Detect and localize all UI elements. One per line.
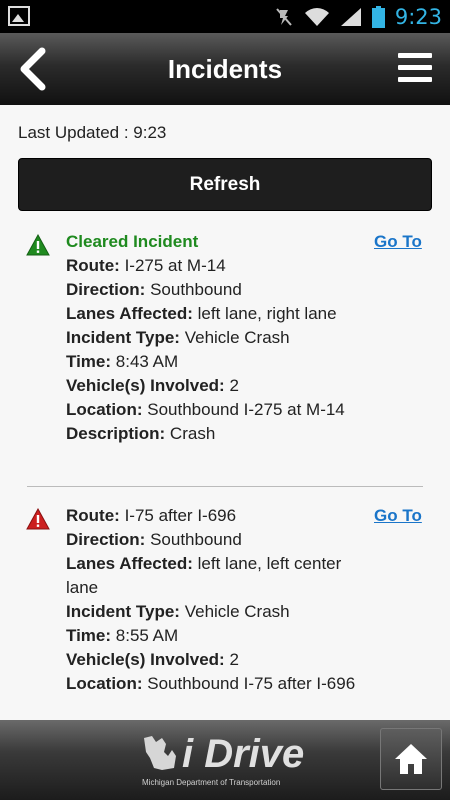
- field-label: Time:: [66, 352, 112, 371]
- field-label: Route:: [66, 506, 120, 525]
- field-label: Time:: [66, 626, 112, 645]
- field-value: 8:55 AM: [115, 626, 179, 645]
- home-button[interactable]: [380, 728, 442, 790]
- goto-link[interactable]: Go To: [374, 230, 422, 254]
- incident-status: Cleared Incident: [66, 232, 199, 251]
- field-label: Location:: [66, 400, 143, 419]
- incident-field: Vehicle(s) Involved: 2: [66, 374, 366, 398]
- signal-icon: [340, 7, 361, 26]
- incident-field: Location: Southbound I-75 after I-696: [66, 672, 366, 696]
- menu-button[interactable]: [398, 53, 432, 85]
- warning-icon: [26, 234, 50, 256]
- field-label: Description:: [66, 424, 166, 443]
- field-label: Route:: [66, 256, 120, 275]
- incident-list-content[interactable]: Last Updated : 9:23 Refresh Go To Cleare…: [0, 105, 450, 720]
- field-value: Vehicle Crash: [184, 602, 290, 621]
- app-bar: Incidents: [0, 33, 450, 105]
- field-label: Lanes Affected:: [66, 304, 193, 323]
- field-value: 2: [229, 376, 239, 395]
- logo-text: i Drive: [182, 732, 305, 776]
- field-value: I-75 after I-696: [124, 506, 237, 525]
- field-value: left lane, right lane: [197, 304, 337, 323]
- status-bar: 9:23: [0, 0, 450, 33]
- incident-field: Vehicle(s) Involved: 2: [66, 648, 366, 672]
- field-label: Direction:: [66, 280, 146, 299]
- field-label: Incident Type:: [66, 602, 180, 621]
- last-updated-text: Last Updated : 9:23: [18, 123, 167, 142]
- page-title: Incidents: [167, 54, 283, 84]
- incident-details: Route: I-75 after I-696 Direction: South…: [66, 504, 366, 696]
- field-label: Lanes Affected:: [66, 554, 193, 573]
- mdot-idrive-logo: i Drive Michigan Department of Transport…: [142, 732, 312, 792]
- bottom-bar: i Drive Michigan Department of Transport…: [0, 720, 450, 800]
- wifi-icon: [304, 7, 329, 26]
- incident-field: Lanes Affected: left lane, right lane: [66, 302, 366, 326]
- field-value: 8:43 AM: [115, 352, 179, 371]
- field-value: 2: [229, 650, 239, 669]
- refresh-button[interactable]: Refresh: [18, 158, 432, 211]
- battery-icon: [371, 5, 385, 28]
- field-label: Vehicle(s) Involved:: [66, 376, 225, 395]
- incident-field: Route: I-275 at M-14: [66, 254, 366, 278]
- incident-details: Cleared Incident Route: I-275 at M-14 Di…: [66, 230, 366, 446]
- field-value: Southbound I-275 at M-14: [147, 400, 345, 419]
- field-label: Direction:: [66, 530, 146, 549]
- incident-field: Description: Crash: [66, 422, 366, 446]
- field-label: Incident Type:: [66, 328, 180, 347]
- menu-icon: [398, 53, 432, 58]
- incident-field: Route: I-75 after I-696: [66, 504, 366, 528]
- field-label: Vehicle(s) Involved:: [66, 650, 225, 669]
- home-icon: [395, 744, 427, 774]
- incident-field: Direction: Southbound: [66, 528, 366, 552]
- incident-field: Location: Southbound I-275 at M-14: [66, 398, 366, 422]
- michigan-map-icon: [144, 736, 176, 770]
- field-value: I-275 at M-14: [124, 256, 226, 275]
- incident-field: Lanes Affected: left lane, left center l…: [66, 552, 366, 600]
- field-label: Location:: [66, 674, 143, 693]
- incident-field: Time: 8:43 AM: [66, 350, 366, 374]
- gallery-notification-icon: [8, 6, 30, 26]
- field-value: Southbound: [150, 280, 242, 299]
- divider: [27, 486, 423, 487]
- field-value: Southbound I-75 after I-696: [147, 674, 356, 693]
- goto-link[interactable]: Go To: [374, 504, 422, 528]
- field-value: Vehicle Crash: [184, 328, 290, 347]
- logo-subtitle: Michigan Department of Transportation: [142, 778, 281, 787]
- incident-field: Incident Type: Vehicle Crash: [66, 326, 366, 350]
- field-value: Southbound: [150, 530, 242, 549]
- field-value: Crash: [169, 424, 216, 443]
- clock: 9:23: [394, 4, 442, 29]
- incident-field: Direction: Southbound: [66, 278, 366, 302]
- incident-field: Incident Type: Vehicle Crash: [66, 600, 366, 624]
- warning-icon: [26, 508, 50, 530]
- incident-field: Time: 8:55 AM: [66, 624, 366, 648]
- mute-icon: [276, 7, 292, 26]
- status-icons: 9:23: [274, 3, 442, 30]
